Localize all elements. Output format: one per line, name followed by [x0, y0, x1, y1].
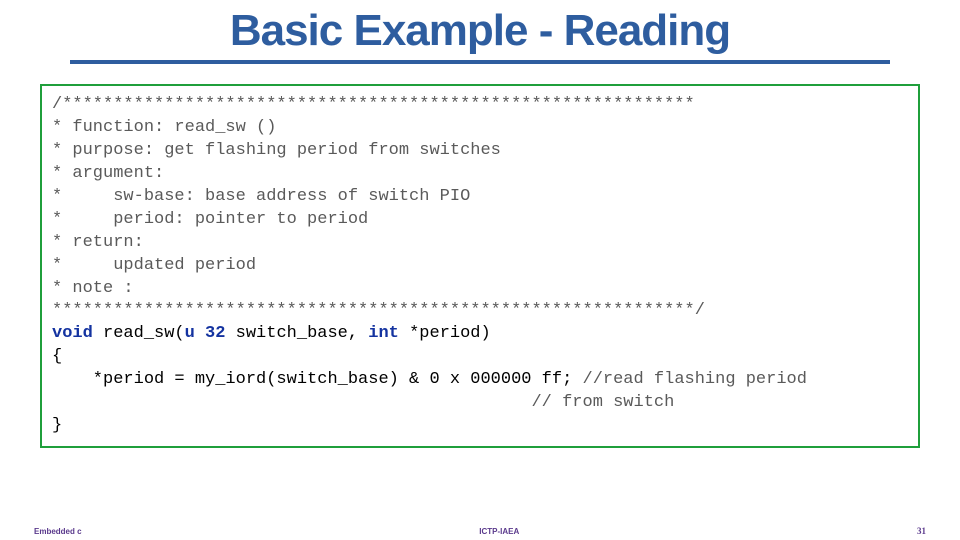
comment-line-8: * updated period [52, 256, 256, 275]
body-indent [52, 393, 531, 412]
fn-name-open: read_sw( [93, 324, 185, 343]
comment-line-6: * period: pointer to period [52, 210, 368, 229]
comment-line-2: * function: read_sw () [52, 118, 276, 137]
comment-line-1: /***************************************… [52, 95, 695, 114]
title-divider [70, 60, 890, 64]
footer-page-number: 31 [917, 526, 926, 536]
code-block: /***************************************… [40, 84, 920, 448]
body-line: *period = my_iord(switch_base) & 0 x 000… [52, 370, 583, 389]
slide-footer: Embedded c ICTP-IAEA 31 [0, 522, 960, 540]
brace-close: } [52, 416, 62, 435]
sig-end: *period) [399, 324, 491, 343]
body-comment-1: //read flashing period [583, 370, 807, 389]
comment-line-9: * note : [52, 279, 134, 298]
comment-line-5: * sw-base: base address of switch PIO [52, 187, 470, 206]
slide-title: Basic Example - Reading [0, 0, 960, 60]
keyword-void: void [52, 324, 93, 343]
body-comment-2: // from switch [531, 393, 674, 412]
type-u32: u 32 [185, 324, 226, 343]
sig-mid: switch_base, [225, 324, 368, 343]
comment-line-10: ****************************************… [52, 301, 705, 320]
comment-line-7: * return: [52, 233, 144, 252]
keyword-int: int [368, 324, 399, 343]
footer-center: ICTP-IAEA [82, 527, 917, 536]
comment-line-4: * argument: [52, 164, 164, 183]
comment-line-3: * purpose: get flashing period from swit… [52, 141, 501, 160]
footer-left: Embedded c [34, 527, 82, 536]
brace-open: { [52, 347, 62, 366]
